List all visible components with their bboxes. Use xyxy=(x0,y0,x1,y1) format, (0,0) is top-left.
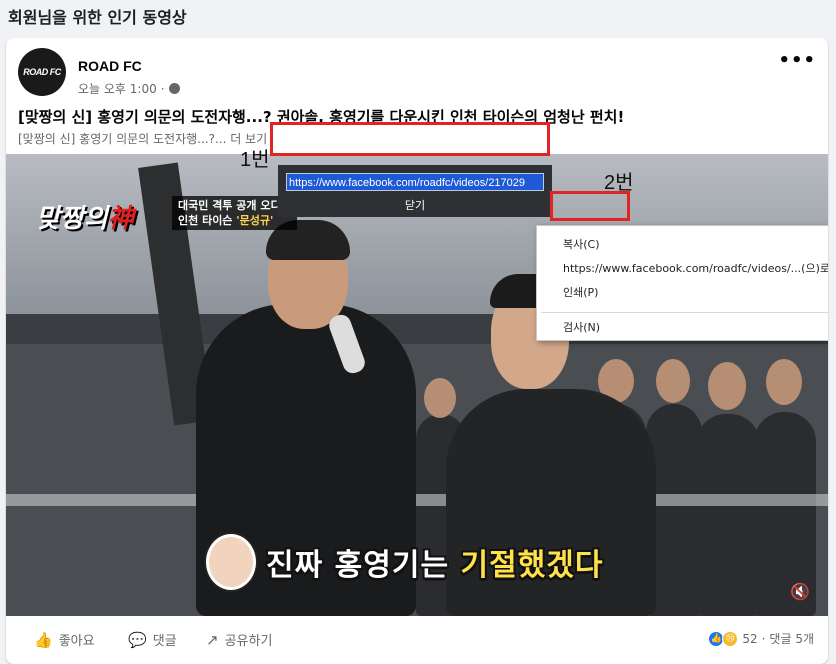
background-person-head xyxy=(424,378,456,418)
comment-button[interactable]: 💬 댓글 xyxy=(128,630,177,650)
video-url-popup: https://www.facebook.com/roadfc/videos/2… xyxy=(278,165,552,217)
video-url-field[interactable]: https://www.facebook.com/roadfc/videos/2… xyxy=(286,173,544,191)
post-caption: [맞짱의 신] 홍영기 의문의 도전자행...?... 더 보기 xyxy=(18,130,267,147)
section-title: 회원님을 위한 인기 동영상 xyxy=(8,8,187,27)
globe-icon xyxy=(168,83,180,94)
close-button[interactable]: 닫기 xyxy=(278,197,552,213)
meta-separator: · xyxy=(160,81,165,96)
reaction-count: 52 xyxy=(742,631,758,646)
post-timestamp[interactable]: 오늘 오후 1:00 xyxy=(78,80,157,97)
tag-line-2-prefix: 인천 타이슨 xyxy=(178,214,237,227)
sad-reaction-icon: 😢 xyxy=(722,630,739,647)
tag-line-2: 인천 타이슨 '문성규' xyxy=(178,213,291,228)
count-separator: · xyxy=(761,631,766,646)
subtitle-part-1: 진짜 홍영기는 xyxy=(266,548,461,583)
subtitle-text: 진짜 홍영기는 기절했겠다 xyxy=(266,540,604,584)
speaker-muted-icon[interactable]: 🔇 xyxy=(790,582,810,601)
video-subtitle: 진짜 홍영기는 기절했겠다 xyxy=(206,534,604,590)
share-button[interactable]: ↗ 공유하기 xyxy=(206,630,273,650)
more-options-button[interactable]: ••• xyxy=(778,52,816,70)
tag-line-2-name: '문성규' xyxy=(236,214,274,227)
background-person xyxy=(696,414,760,616)
avatar-logo-text: ROAD FC xyxy=(23,67,61,77)
subtitle-part-2: 기절했겠다 xyxy=(460,548,604,583)
background-person-head xyxy=(708,362,746,410)
background-person-head xyxy=(656,359,690,403)
reaction-summary[interactable]: 👍 😢 52 · 댓글 5개 xyxy=(708,630,814,647)
caption-text: [맞짱의 신] 홍영기 의문의 도전자행...?... xyxy=(18,132,227,146)
context-menu: 복사(C) https://www.facebook.com/roadfc/vi… xyxy=(536,225,828,341)
annotation-box-2 xyxy=(550,191,630,221)
annotation-box-1 xyxy=(270,122,550,156)
post-action-bar: 👍 좋아요 💬 댓글 ↗ 공유하기 👍 😢 52 · 댓글 5개 xyxy=(6,616,828,664)
page-name-link[interactable]: ROAD FC xyxy=(78,58,142,74)
like-button[interactable]: 👍 좋아요 xyxy=(34,630,95,650)
share-icon: ↗ xyxy=(206,630,219,649)
menu-item-print[interactable]: 인쇄(P) xyxy=(563,284,598,300)
tag-line-1: 대국민 격투 공개 오디션 xyxy=(178,199,291,212)
menu-item-copy[interactable]: 복사(C) xyxy=(563,236,600,252)
share-label: 공유하기 xyxy=(224,634,273,649)
video-player[interactable]: 맞짱의神 대국민 격투 공개 오디션 인천 타이슨 '문성규' 진짜 홍영기는 … xyxy=(6,154,828,616)
background-person-head xyxy=(766,359,802,405)
menu-item-inspect[interactable]: 검사(N) xyxy=(563,319,600,335)
comment-count[interactable]: 댓글 5개 xyxy=(769,630,814,647)
thumbs-up-icon: 👍 xyxy=(34,630,53,649)
page-avatar[interactable]: ROAD FC xyxy=(18,48,66,96)
menu-item-open-url[interactable]: https://www.facebook.com/roadfc/videos/.… xyxy=(563,260,828,276)
show-logo-red-char: 神 xyxy=(107,204,134,234)
fence-rail xyxy=(6,494,828,506)
show-logo: 맞짱의神 xyxy=(36,198,134,235)
subtitle-face-icon xyxy=(206,534,256,590)
menu-separator xyxy=(541,312,828,313)
post-meta: 오늘 오후 1:00 · xyxy=(78,80,180,97)
comment-label: 댓글 xyxy=(152,634,177,649)
comment-icon: 💬 xyxy=(128,630,147,649)
show-logo-text: 맞짱의 xyxy=(36,204,108,234)
annotation-label-1: 1번 xyxy=(240,149,270,171)
like-label: 좋아요 xyxy=(58,634,95,649)
